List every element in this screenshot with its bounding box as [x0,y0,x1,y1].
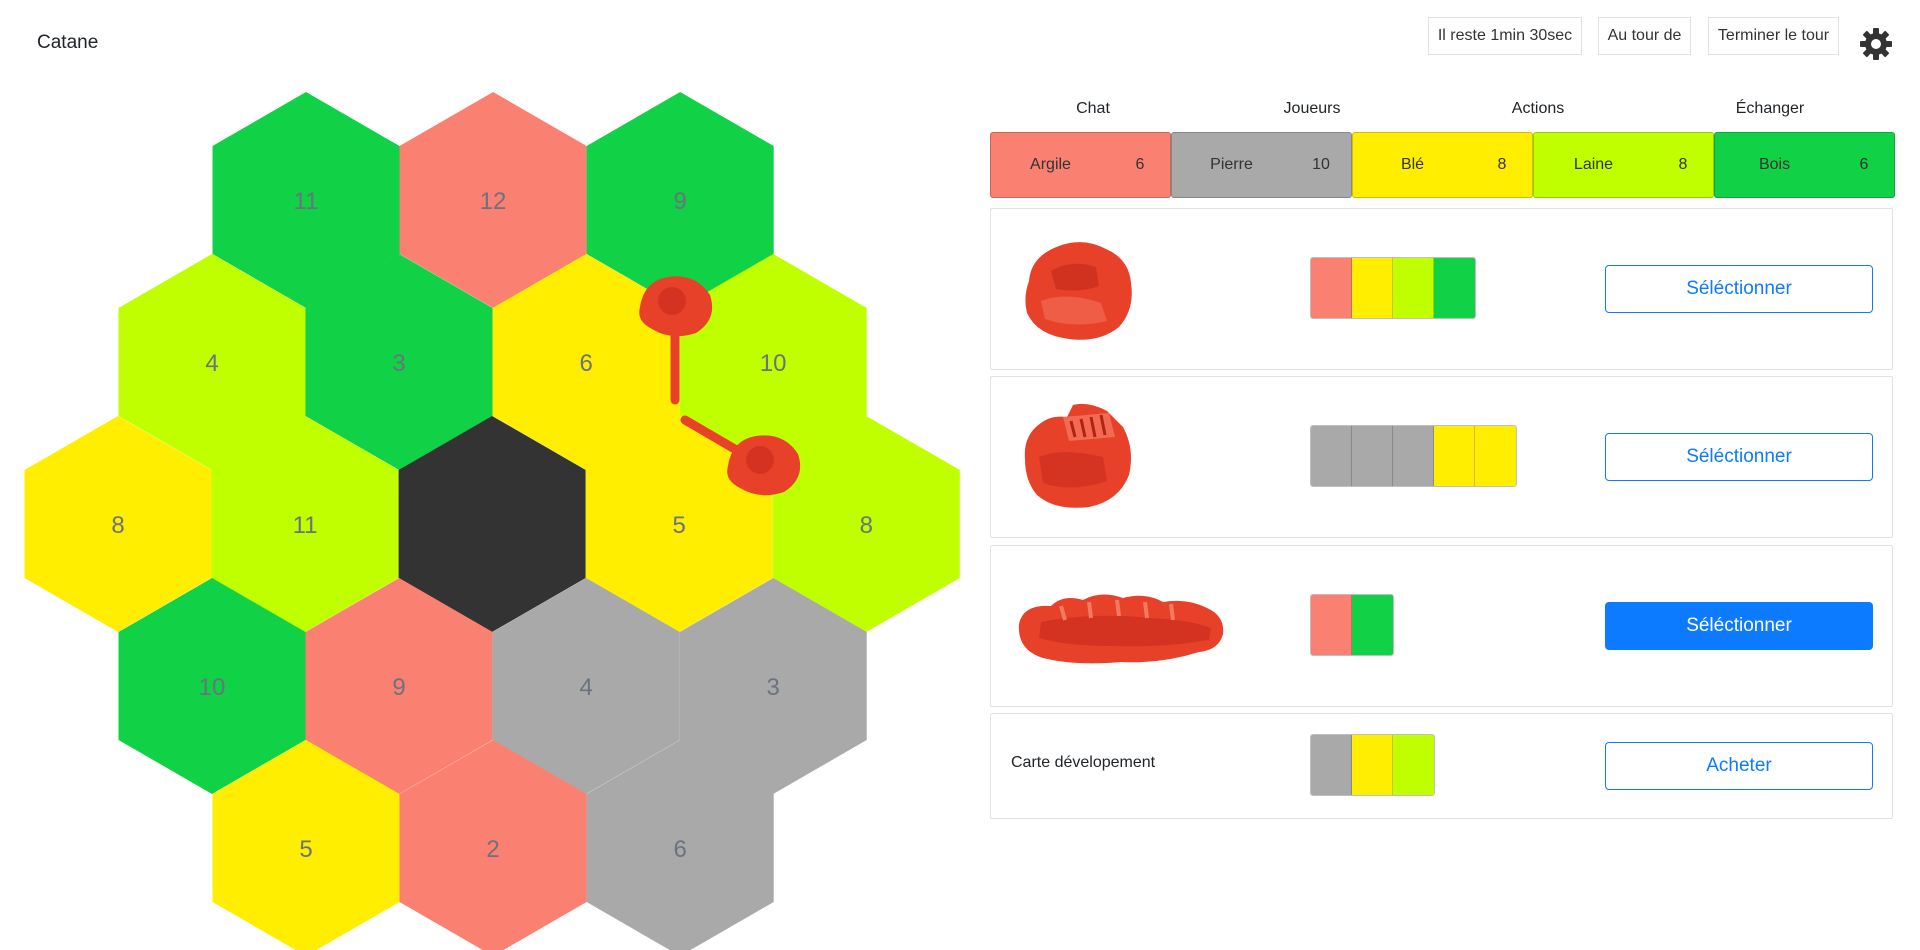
select-road-button[interactable]: Séléctionner [1605,602,1873,650]
action-card-colonie: Séléctionner [990,208,1893,370]
hex-number: 4 [205,350,218,377]
hex-number: 2 [486,836,499,863]
tab-chat[interactable]: Chat [1076,100,1110,118]
timer-button[interactable]: Il reste 1min 30sec [1428,17,1582,55]
road-piece-image [1018,594,1224,664]
resource-bois: Bois 6 [1714,132,1895,198]
hex-number: 5 [299,836,312,863]
settlement-piece[interactable] [727,435,801,496]
gear-icon[interactable] [1858,26,1894,62]
hex-number: 5 [673,512,686,539]
resource-count: 6 [1135,156,1145,173]
hex-number: 6 [579,350,592,377]
hex-number: 10 [760,350,787,377]
cost-laine [1393,735,1434,795]
cost-strip [1310,425,1517,487]
resource-pierre: Pierre 10 [1171,132,1352,198]
hex-number: 3 [392,350,405,377]
cost-bois [1434,258,1475,318]
cost-ble [1434,426,1475,486]
hex-number: 6 [673,836,686,863]
settlement-piece[interactable] [639,276,713,337]
hex-number: 9 [392,674,405,701]
cost-laine [1393,258,1434,318]
tab-echanger[interactable]: Échanger [1736,100,1805,118]
select-settlement-button[interactable]: Séléctionner [1605,265,1873,313]
resource-count: 10 [1312,156,1330,173]
resource-name: Bois [1758,156,1791,173]
resource-count: 6 [1859,156,1869,173]
hex-number: 8 [860,512,873,539]
cost-ble [1352,735,1393,795]
hex-number: 11 [294,188,319,215]
resource-name: Laine [1573,156,1614,173]
resource-count: 8 [1678,156,1688,173]
turn-button[interactable]: Au tour de [1598,17,1691,55]
settlement-piece-image [1025,242,1132,340]
tab-bar: Chat Joueurs Actions Échanger [990,100,1892,122]
buy-dev-card-button[interactable]: Acheter [1605,742,1873,790]
cost-strip [1310,734,1435,796]
hex-number: 3 [767,674,780,701]
game-board: 11 12 9 4 3 6 10 8 11 5 8 10 9 4 3 5 2 6 [24,92,960,950]
hex-number: 8 [111,512,124,539]
hex-number: 11 [293,512,318,539]
resource-argile: Argile 6 [990,132,1171,198]
resource-count: 8 [1497,156,1507,173]
cost-ble [1475,426,1516,486]
cost-strip [1310,257,1476,319]
resource-bar: Argile 6 Pierre 10 Blé 8 Laine 8 Bois 6 [990,132,1895,198]
cost-argile [1311,595,1352,655]
cost-pierre [1352,426,1393,486]
hex-number: 10 [199,674,226,701]
action-card-ville: Séléctionner [990,376,1893,538]
hex-number: 4 [579,674,592,701]
hex-number: 9 [673,188,686,215]
cost-pierre [1311,426,1352,486]
end-turn-button[interactable]: Terminer le tour [1708,17,1839,55]
cost-strip [1310,594,1394,656]
resource-name: Argile [1030,156,1071,173]
select-city-button[interactable]: Séléctionner [1605,433,1873,481]
resource-laine: Laine 8 [1533,132,1714,198]
cost-pierre [1393,426,1434,486]
cost-bois [1352,595,1393,655]
resource-name: Blé [1400,156,1425,173]
dev-card-row: Carte dévelopement Acheter [990,713,1893,819]
cost-pierre [1311,735,1352,795]
tab-joueurs[interactable]: Joueurs [1284,100,1341,118]
tab-actions[interactable]: Actions [1512,100,1564,118]
resource-name: Pierre [1210,156,1253,173]
cost-argile [1311,258,1352,318]
cost-ble [1352,258,1393,318]
hex-number: 12 [480,188,507,215]
resource-ble: Blé 8 [1352,132,1533,198]
dev-card-label: Carte dévelopement [1011,754,1156,771]
action-card-route: Séléctionner [990,545,1893,707]
city-piece-image [1024,403,1131,508]
